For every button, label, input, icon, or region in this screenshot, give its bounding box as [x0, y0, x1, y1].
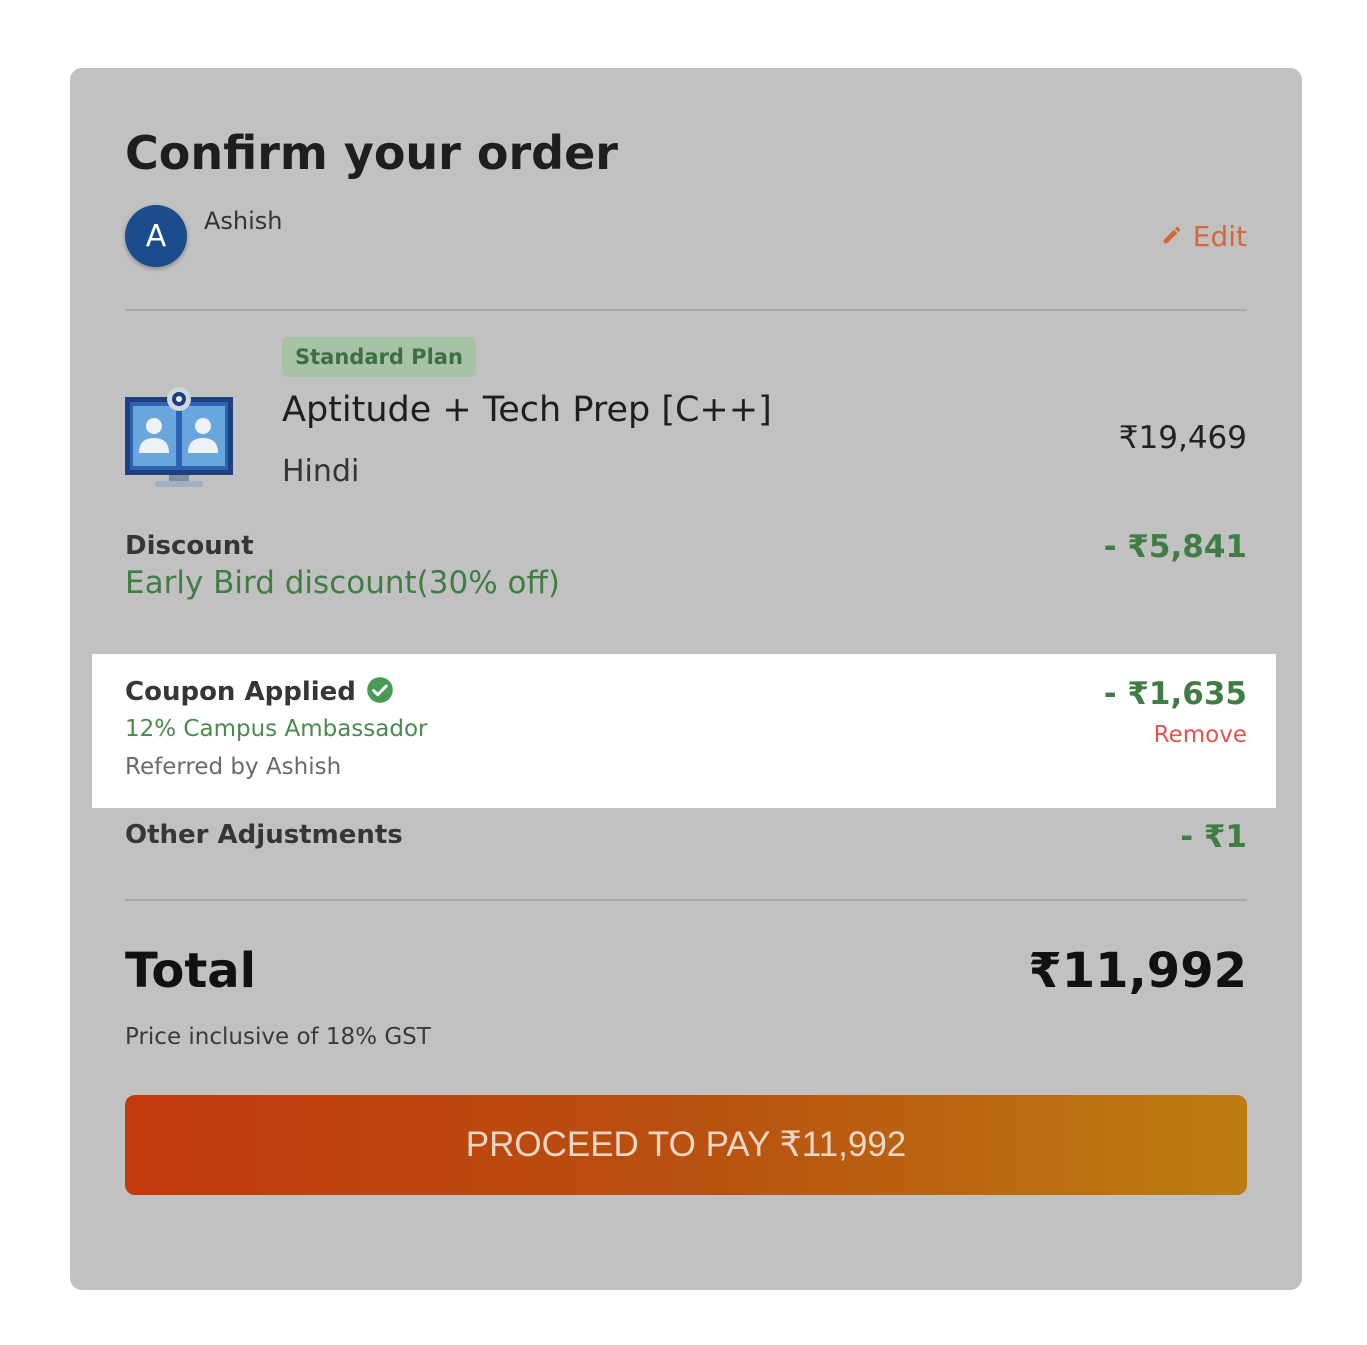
- coupon-referral: Referred by Ashish: [125, 754, 342, 780]
- remove-coupon-link[interactable]: Remove: [1154, 722, 1247, 748]
- pencil-icon: [1161, 220, 1183, 253]
- coupon-title: Coupon Applied: [125, 676, 394, 708]
- total-label: Total: [125, 943, 257, 999]
- gst-note: Price inclusive of 18% GST: [125, 1024, 431, 1050]
- video-call-monitor-icon: [125, 383, 235, 499]
- avatar: A: [125, 205, 187, 267]
- divider: [125, 309, 1247, 311]
- discount-description: Early Bird discount(30% off): [125, 565, 560, 601]
- coupon-section: Coupon Applied 12% Campus Ambassador Ref…: [92, 654, 1276, 808]
- user-name: Ashish: [204, 207, 283, 235]
- discount-label: Discount: [125, 531, 254, 561]
- plan-badge: Standard Plan: [282, 337, 476, 377]
- edit-label: Edit: [1192, 220, 1247, 253]
- page-title: Confirm your order: [125, 126, 618, 180]
- course-price: ₹19,469: [1118, 420, 1247, 456]
- total-value: ₹11,992: [1028, 943, 1247, 999]
- proceed-to-pay-button[interactable]: PROCEED TO PAY ₹11,992: [125, 1095, 1247, 1195]
- check-circle-icon: [366, 676, 394, 708]
- coupon-amount: - ₹1,635: [1103, 676, 1247, 712]
- discount-amount: - ₹5,841: [1103, 529, 1247, 565]
- edit-button[interactable]: Edit: [1161, 220, 1247, 253]
- divider: [125, 899, 1247, 901]
- coupon-code: 12% Campus Ambassador: [125, 716, 428, 742]
- coupon-label: Coupon Applied: [125, 677, 356, 707]
- other-adjustments-amount: - ₹1: [1180, 819, 1247, 855]
- course-name: Aptitude + Tech Prep [C++]: [282, 390, 772, 430]
- other-adjustments-label: Other Adjustments: [125, 820, 403, 850]
- course-language: Hindi: [282, 454, 360, 489]
